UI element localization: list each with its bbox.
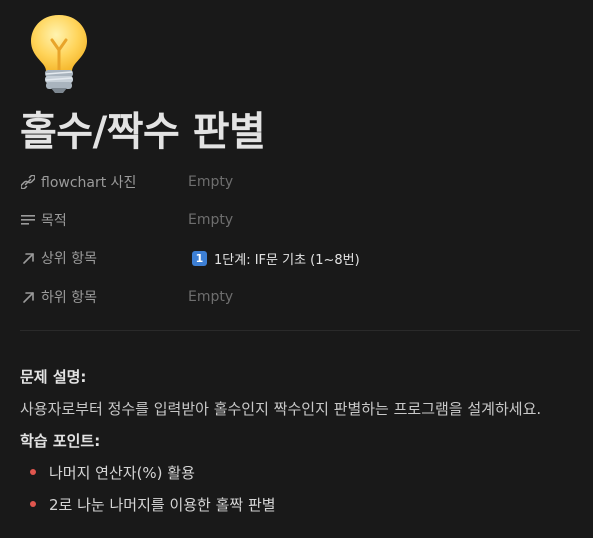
property-value-empty[interactable]: Empty: [188, 174, 233, 190]
number-one-icon: 1: [192, 250, 207, 266]
property-purpose[interactable]: 목적 Empty: [20, 208, 580, 232]
text-lines-icon: [20, 212, 36, 228]
list-item[interactable]: 나머지 연산자(%) 활용: [20, 456, 276, 488]
learning-points-heading[interactable]: 학습 포인트:: [20, 430, 100, 451]
notion-page: 홀수/짝수 판별 flowchart 사진 Empty 목적 Empty 상위 …: [0, 0, 593, 538]
arrow-up-right-icon: [20, 250, 36, 266]
problem-description[interactable]: 사용자로부터 정수를 입력받아 홀수인지 짝수인지 판별하는 프로그램을 설계하…: [20, 398, 541, 419]
divider: [20, 330, 580, 331]
property-label: 목적: [41, 213, 67, 229]
property-value-empty[interactable]: Empty: [188, 289, 233, 305]
link-icon: [20, 174, 36, 190]
property-label: 하위 항목: [41, 290, 97, 306]
list-item[interactable]: 2로 나눈 나머지를 이용한 홀짝 판별: [20, 488, 276, 520]
list-item-text: 나머지 연산자(%) 활용: [49, 463, 195, 482]
property-flowchart[interactable]: flowchart 사진 Empty: [20, 170, 580, 194]
property-value-empty[interactable]: Empty: [188, 212, 233, 228]
lightbulb-icon[interactable]: [24, 12, 94, 94]
bullet-icon: [30, 501, 36, 507]
property-parent-item[interactable]: 상위 항목 1 1단계: IF문 기초 (1~8번): [20, 246, 580, 270]
page-title[interactable]: 홀수/짝수 판별: [20, 104, 266, 160]
property-key[interactable]: 목적: [20, 210, 188, 230]
property-label: flowchart 사진: [41, 175, 137, 191]
property-key[interactable]: 상위 항목: [20, 248, 188, 268]
property-key[interactable]: flowchart 사진: [20, 172, 188, 192]
arrow-up-right-icon: [20, 289, 36, 305]
learning-points-list: 나머지 연산자(%) 활용 2로 나눈 나머지를 이용한 홀짝 판별: [20, 456, 276, 520]
property-child-item[interactable]: 하위 항목 Empty: [20, 285, 580, 309]
bullet-icon: [30, 469, 36, 475]
property-key[interactable]: 하위 항목: [20, 287, 188, 307]
problem-heading[interactable]: 문제 설명:: [20, 366, 86, 387]
relation-link-text[interactable]: 1단계: IF문 기초 (1~8번): [214, 249, 360, 268]
list-item-text: 2로 나눈 나머지를 이용한 홀짝 판별: [49, 495, 276, 514]
property-label: 상위 항목: [41, 251, 97, 267]
relation-link[interactable]: 1 1단계: IF문 기초 (1~8번): [188, 249, 360, 268]
